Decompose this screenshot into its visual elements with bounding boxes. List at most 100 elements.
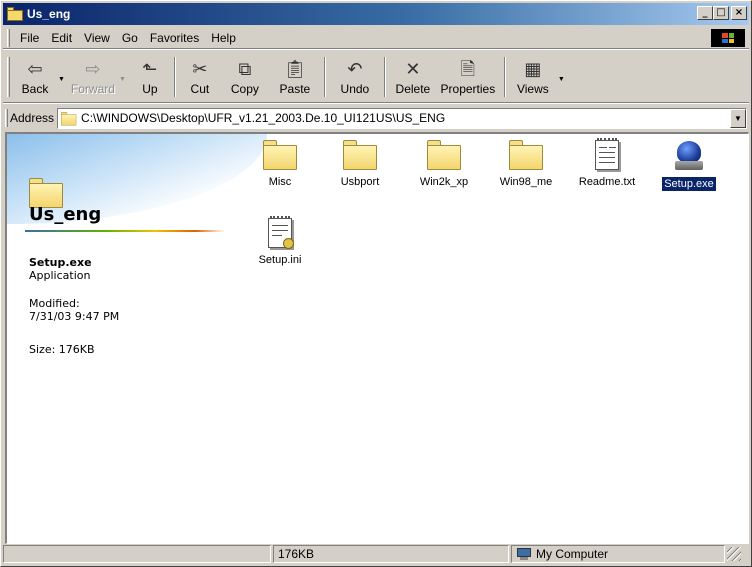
menu-help[interactable]: Help bbox=[205, 31, 242, 45]
address-label: Address bbox=[10, 111, 55, 125]
modified-info: Modified: 7/31/03 9:47 PM bbox=[29, 297, 119, 323]
toolbar-separator bbox=[503, 56, 506, 97]
status-bar: 176KB My Computer bbox=[3, 544, 749, 564]
views-grid-icon: ▦ bbox=[524, 58, 542, 80]
forward-label: Forward bbox=[70, 81, 115, 96]
views-label: Views bbox=[516, 81, 549, 96]
status-zone: My Computer bbox=[511, 545, 725, 563]
maximize-button[interactable]: □ bbox=[713, 6, 729, 20]
menu-file[interactable]: File bbox=[14, 31, 45, 45]
address-bar: Address C:\WINDOWS\Desktop\UFR_v1.21_200… bbox=[3, 106, 749, 130]
setup-application-icon bbox=[673, 140, 705, 172]
file-item-readme[interactable]: Readme.txt bbox=[572, 138, 642, 189]
views-dropdown-icon[interactable]: ▼ bbox=[558, 76, 565, 83]
copy-icon: ⧉ bbox=[238, 58, 252, 80]
back-button[interactable]: ⇦ Back bbox=[14, 55, 56, 99]
folder-icon bbox=[263, 140, 297, 170]
selected-file-name: Setup.exe bbox=[29, 256, 92, 269]
undo-icon: ↶ bbox=[347, 58, 363, 80]
address-path: C:\WINDOWS\Desktop\UFR_v1.21_2003.De.10_… bbox=[81, 111, 446, 125]
undo-button[interactable]: ↶ Undo bbox=[330, 55, 380, 99]
status-pane-main bbox=[3, 545, 271, 563]
file-item-label: Readme.txt bbox=[578, 176, 636, 188]
delete-button[interactable]: ✕ Delete bbox=[390, 55, 436, 99]
folder-icon bbox=[427, 140, 461, 170]
delete-x-icon: ✕ bbox=[405, 58, 421, 80]
file-item-label: Usbport bbox=[340, 176, 380, 188]
menu-bar-grip[interactable] bbox=[7, 28, 10, 47]
folder-icon bbox=[343, 140, 377, 170]
folder-icon bbox=[29, 178, 63, 208]
file-item-misc[interactable]: Misc bbox=[245, 140, 315, 189]
cut-label: Cut bbox=[190, 81, 210, 96]
back-arrow-icon: ⇦ bbox=[27, 58, 43, 80]
toolbar-separator bbox=[383, 56, 386, 97]
views-button[interactable]: ▦ Views bbox=[510, 55, 556, 99]
menu-favorites[interactable]: Favorites bbox=[144, 31, 205, 45]
toolbar-separator bbox=[323, 56, 326, 97]
title-bar[interactable]: Us_eng _ □ × bbox=[3, 3, 749, 25]
minimize-button[interactable]: _ bbox=[697, 6, 713, 20]
menu-view[interactable]: View bbox=[78, 31, 116, 45]
selected-file-info: Setup.exe Application bbox=[29, 256, 92, 282]
file-item-label: Setup.exe bbox=[661, 176, 717, 192]
paste-button[interactable]: 📋︎ Paste bbox=[270, 55, 320, 99]
file-item-setup-exe[interactable]: Setup.exe bbox=[654, 140, 724, 192]
windows-logo-icon bbox=[711, 29, 745, 47]
web-view-info-pane: Us_eng Setup.exe Application Modified: 7… bbox=[7, 134, 267, 543]
copy-button[interactable]: ⧉ Copy bbox=[220, 55, 270, 99]
up-button[interactable]: ⬑ Up bbox=[130, 55, 170, 99]
menu-edit[interactable]: Edit bbox=[45, 31, 78, 45]
file-item-label: Misc bbox=[268, 176, 292, 188]
close-button[interactable]: × bbox=[731, 6, 747, 20]
status-size: 176KB bbox=[273, 545, 509, 563]
address-bar-grip[interactable] bbox=[5, 109, 8, 127]
properties-label: Properties bbox=[440, 81, 496, 96]
properties-button[interactable]: 🗎︎ Properties bbox=[436, 55, 500, 99]
my-computer-icon bbox=[516, 548, 532, 560]
folder-icon bbox=[61, 111, 77, 125]
up-folder-icon: ⬑ bbox=[142, 58, 158, 80]
file-item-label: Setup.ini bbox=[258, 254, 302, 266]
paste-label: Paste bbox=[279, 81, 311, 96]
forward-button[interactable]: ⇨ Forward bbox=[69, 55, 117, 99]
forward-dropdown-icon[interactable]: ▼ bbox=[119, 76, 126, 83]
menu-go[interactable]: Go bbox=[116, 31, 144, 45]
delete-label: Delete bbox=[395, 81, 431, 96]
selected-file-type: Application bbox=[29, 269, 91, 282]
back-dropdown-icon[interactable]: ▼ bbox=[58, 76, 65, 83]
window-title: Us_eng bbox=[27, 7, 71, 21]
file-item-usbport[interactable]: Usbport bbox=[325, 140, 395, 189]
modified-label: Modified: bbox=[29, 297, 80, 310]
up-label: Up bbox=[142, 81, 158, 96]
cut-button[interactable]: ✂ Cut bbox=[180, 55, 220, 99]
folder-view[interactable]: Us_eng Setup.exe Application Modified: 7… bbox=[5, 132, 749, 544]
text-file-icon bbox=[595, 138, 619, 170]
file-item-win98-me[interactable]: Win98_me bbox=[491, 140, 561, 189]
resize-grip[interactable] bbox=[727, 547, 741, 561]
file-item-setup-ini[interactable]: Setup.ini bbox=[245, 216, 315, 267]
folder-icon bbox=[7, 7, 23, 21]
title-divider bbox=[25, 230, 225, 232]
file-item-label: Win98_me bbox=[499, 176, 553, 188]
address-dropdown-button[interactable]: ▼ bbox=[730, 108, 746, 128]
toolbar-grip[interactable] bbox=[7, 56, 10, 97]
menu-bar: File Edit View Go Favorites Help bbox=[3, 27, 749, 49]
standard-toolbar: ⇦ Back ▼ ⇨ Forward ▼ ⬑ Up ✂ Cut ⧉ Copy 📋… bbox=[3, 51, 749, 103]
undo-label: Undo bbox=[340, 81, 370, 96]
size-info: Size: 176KB bbox=[29, 343, 95, 356]
clipboard-paste-icon: 📋︎ bbox=[283, 58, 307, 80]
explorer-window: Us_eng _ □ × File Edit View Go Favorites… bbox=[0, 0, 752, 567]
back-label: Back bbox=[21, 81, 49, 96]
address-input[interactable]: C:\WINDOWS\Desktop\UFR_v1.21_2003.De.10_… bbox=[57, 107, 747, 129]
modified-value: 7/31/03 9:47 PM bbox=[29, 310, 120, 323]
toolbar-separator bbox=[173, 56, 176, 97]
status-zone-label: My Computer bbox=[536, 547, 609, 561]
properties-icon: 🗎︎ bbox=[460, 58, 476, 80]
forward-arrow-icon: ⇨ bbox=[85, 58, 101, 80]
scissors-icon: ✂ bbox=[192, 58, 208, 80]
ini-config-file-icon bbox=[268, 216, 294, 249]
file-item-win2k-xp[interactable]: Win2k_xp bbox=[409, 140, 479, 189]
file-item-label: Win2k_xp bbox=[419, 176, 469, 188]
folder-icon bbox=[509, 140, 543, 170]
